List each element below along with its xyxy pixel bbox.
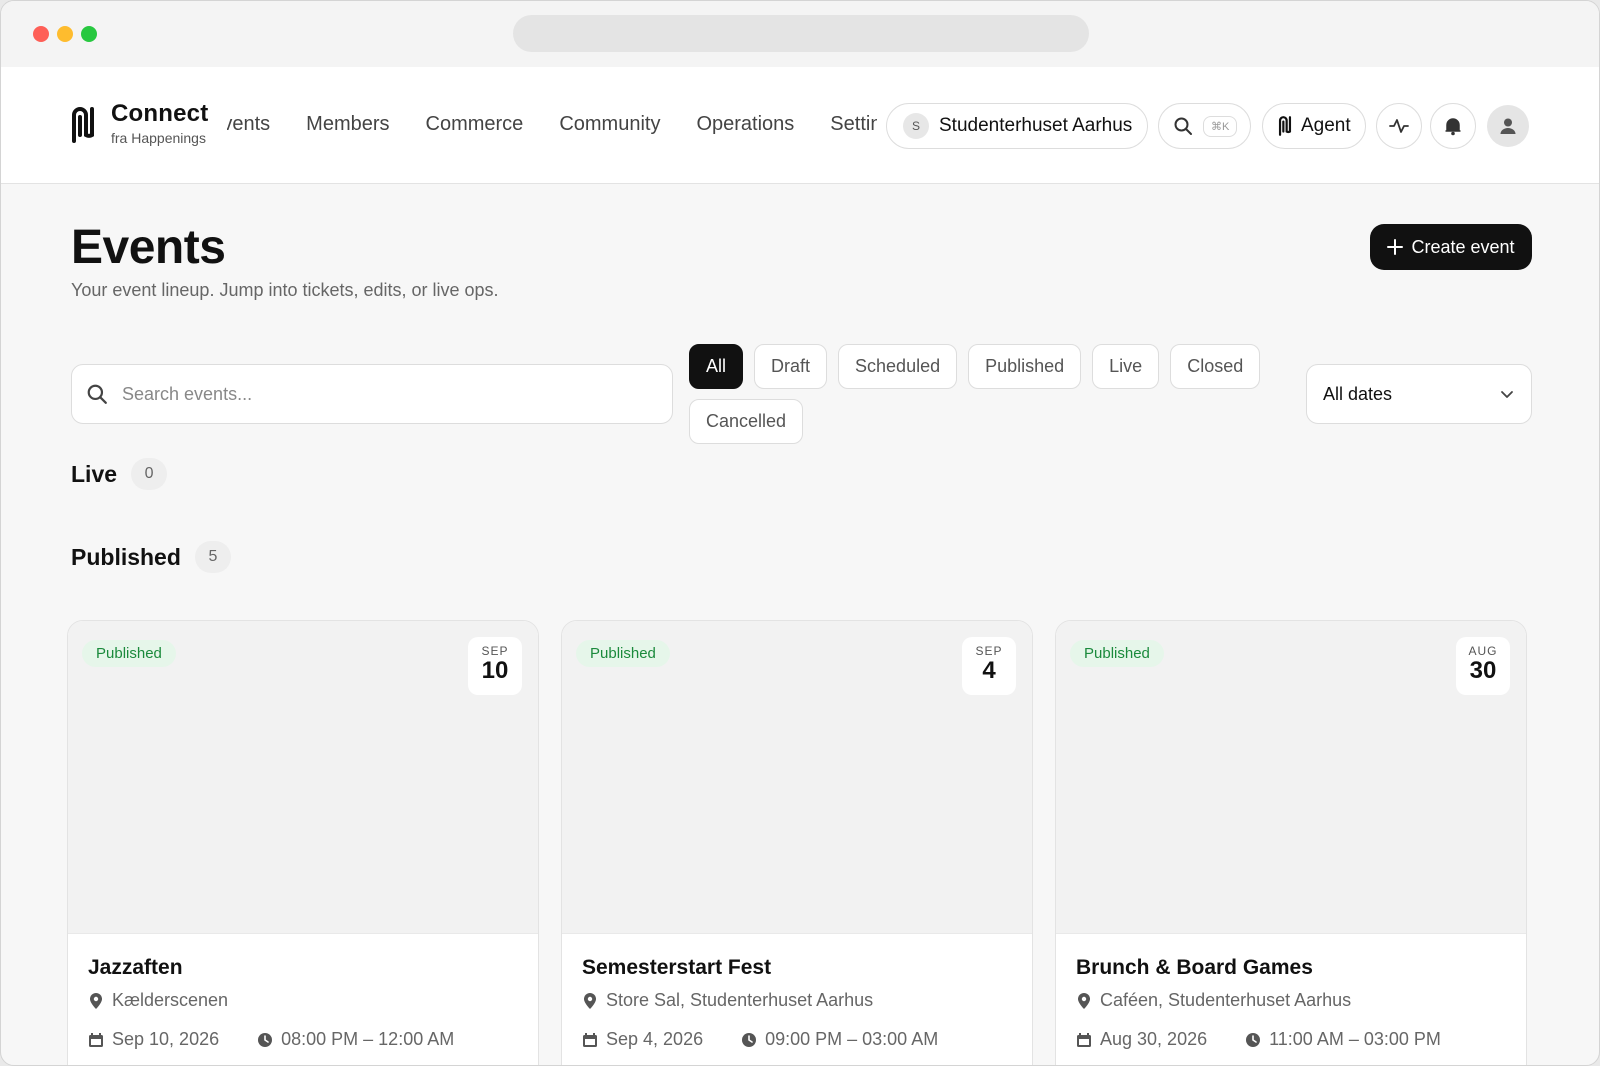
maximize-window-button[interactable] xyxy=(81,26,97,42)
section-count: 0 xyxy=(131,458,168,490)
date-filter-select[interactable]: All dates xyxy=(1306,364,1532,424)
connect-logo-icon xyxy=(72,107,94,143)
address-bar[interactable] xyxy=(513,15,1089,52)
date-month: SEP xyxy=(481,644,509,658)
bell-icon xyxy=(1445,118,1461,136)
brand-name: Connect xyxy=(111,100,209,127)
event-time: 09:00 PM – 03:00 AM xyxy=(765,1029,939,1049)
section-title: Live xyxy=(71,460,118,487)
main-nav: Events Members Commerce Community Operat… xyxy=(227,67,877,184)
location-pin-icon xyxy=(1078,992,1090,1009)
agent-logo-icon xyxy=(1278,116,1292,136)
date-month: SEP xyxy=(975,644,1003,658)
filter-closed[interactable]: Closed xyxy=(1170,344,1261,389)
calendar-icon xyxy=(583,1032,597,1047)
date-badge: AUG 30 xyxy=(1456,637,1510,695)
event-image-placeholder: Published AUG 30 xyxy=(1056,621,1526,934)
date-day: 30 xyxy=(1469,657,1497,684)
event-card[interactable]: Published SEP 4 Semesterstart Fest Store… xyxy=(561,620,1033,1065)
nav-events[interactable]: Events xyxy=(227,111,270,137)
nav-community[interactable]: Community xyxy=(559,111,660,137)
event-location: Store Sal, Studenterhuset Aarhus xyxy=(606,990,874,1010)
clock-icon xyxy=(1246,1032,1261,1047)
nav-operations[interactable]: Operations xyxy=(696,111,794,137)
date-day: 4 xyxy=(982,657,996,684)
brand[interactable]: Connect fra Happenings xyxy=(69,100,217,147)
activity-button[interactable] xyxy=(1376,103,1422,149)
event-image-placeholder: Published SEP 4 xyxy=(562,621,1032,934)
event-time: 11:00 AM – 03:00 PM xyxy=(1269,1029,1441,1049)
browser-titlebar xyxy=(1,1,1599,67)
filter-cancelled[interactable]: Cancelled xyxy=(689,399,804,444)
event-card[interactable]: Published AUG 30 Brunch & Board Games Ca… xyxy=(1055,620,1527,1065)
event-title: Jazzaften xyxy=(88,956,183,979)
date-badge: SEP 10 xyxy=(468,637,522,695)
status-badge: Published xyxy=(82,640,176,667)
event-date: Aug 30, 2026 xyxy=(1100,1029,1208,1049)
date-month: AUG xyxy=(1468,644,1498,658)
minimize-window-button[interactable] xyxy=(57,26,73,42)
org-avatar: S xyxy=(903,113,929,139)
event-card[interactable]: Published SEP 10 Jazzaften Kælderscenen … xyxy=(67,620,539,1065)
plus-icon xyxy=(1387,239,1404,255)
event-location: Kælderscenen xyxy=(112,990,229,1010)
org-name: Studenterhuset Aarhus xyxy=(939,115,1133,136)
event-date: Sep 10, 2026 xyxy=(112,1029,220,1049)
brand-subtitle: fra Happenings xyxy=(111,130,206,146)
chevron-down-icon xyxy=(1501,391,1513,398)
event-search xyxy=(71,364,673,424)
filter-all[interactable]: All xyxy=(689,344,744,389)
calendar-icon xyxy=(1077,1032,1091,1047)
search-icon xyxy=(87,384,107,404)
event-date: Sep 4, 2026 xyxy=(606,1029,704,1049)
section-count: 5 xyxy=(194,541,231,573)
clock-icon xyxy=(742,1032,757,1047)
location-pin-icon xyxy=(584,992,596,1009)
command-search-button[interactable]: ⌘K xyxy=(1158,103,1251,149)
organization-switcher[interactable]: S Studenterhuset Aarhus xyxy=(886,103,1148,149)
top-navigation: Connect fra Happenings Events Members Co… xyxy=(1,67,1599,184)
live-section-header: Live 0 xyxy=(71,458,168,490)
agent-label: Agent xyxy=(1301,115,1351,136)
user-icon xyxy=(1500,118,1516,134)
published-section-header: Published 5 xyxy=(71,541,231,573)
main-content: Events Your event lineup. Jump into tick… xyxy=(1,184,1599,1065)
browser-window: Connect fra Happenings Events Members Co… xyxy=(0,0,1600,1066)
create-event-button[interactable]: Create event xyxy=(1370,224,1532,270)
filter-scheduled[interactable]: Scheduled xyxy=(838,344,958,389)
page-title: Events xyxy=(71,221,226,274)
filter-published[interactable]: Published xyxy=(968,344,1082,389)
section-title: Published xyxy=(71,543,181,570)
event-image-placeholder: Published SEP 10 xyxy=(68,621,538,934)
event-title: Brunch & Board Games xyxy=(1076,956,1313,979)
date-filter-value: All dates xyxy=(1323,383,1393,404)
status-badge: Published xyxy=(1070,640,1164,667)
agent-button[interactable]: Agent xyxy=(1262,103,1366,149)
search-icon xyxy=(1174,117,1192,135)
shortcut-hint: ⌘K xyxy=(1203,115,1238,137)
date-badge: SEP 4 xyxy=(962,637,1016,695)
create-event-label: Create event xyxy=(1411,236,1515,257)
page-subtitle: Your event lineup. Jump into tickets, ed… xyxy=(71,280,499,300)
nav-members[interactable]: Members xyxy=(306,111,389,137)
location-pin-icon xyxy=(90,992,102,1009)
calendar-icon xyxy=(89,1032,103,1047)
status-filters: All Draft Scheduled Published Live Close… xyxy=(689,344,1269,444)
close-window-button[interactable] xyxy=(33,26,49,42)
event-time: 08:00 PM – 12:00 AM xyxy=(281,1029,455,1049)
event-cards: Published SEP 10 Jazzaften Kælderscenen … xyxy=(67,620,1527,1065)
status-badge: Published xyxy=(576,640,670,667)
search-input[interactable] xyxy=(122,383,642,405)
clock-icon xyxy=(258,1032,273,1047)
filter-live[interactable]: Live xyxy=(1092,344,1160,389)
user-avatar-button[interactable] xyxy=(1487,105,1529,147)
nav-commerce[interactable]: Commerce xyxy=(426,111,524,137)
date-day: 10 xyxy=(481,657,509,684)
event-location: Caféen, Studenterhuset Aarhus xyxy=(1100,990,1352,1010)
nav-settings[interactable]: Settings xyxy=(830,111,877,137)
filter-draft[interactable]: Draft xyxy=(754,344,828,389)
event-title: Semesterstart Fest xyxy=(582,956,772,979)
activity-icon xyxy=(1389,119,1409,133)
notifications-button[interactable] xyxy=(1430,103,1476,149)
